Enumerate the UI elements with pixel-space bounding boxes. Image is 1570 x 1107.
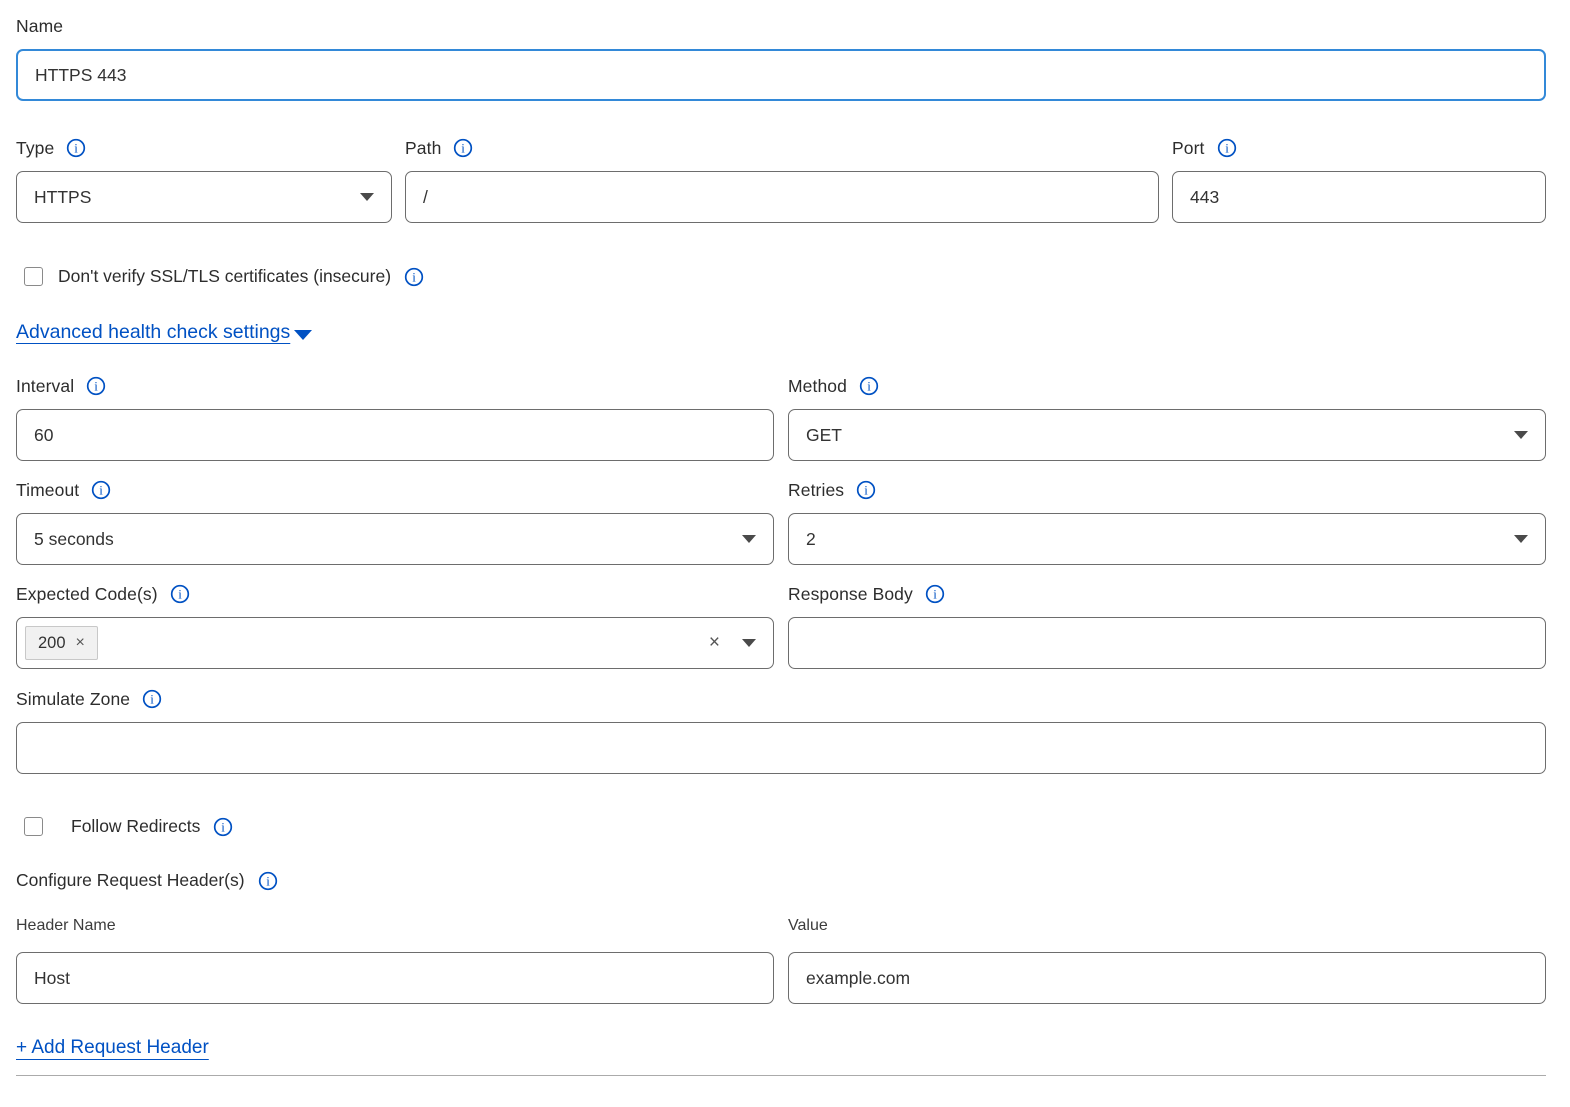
info-icon[interactable]: i — [404, 267, 424, 287]
info-icon[interactable]: i — [86, 376, 106, 396]
port-label: Port — [1172, 138, 1205, 159]
type-label: Type — [16, 138, 54, 159]
response-body-field: Response Body i — [788, 582, 1546, 669]
timeout-field: Timeout i 5 seconds — [16, 478, 774, 565]
svg-text:i: i — [99, 483, 103, 498]
header-name-input[interactable] — [16, 952, 774, 1004]
section-divider — [16, 1075, 1546, 1076]
interval-field: Interval i — [16, 374, 774, 461]
path-label: Path — [405, 138, 441, 159]
interval-label: Interval — [16, 376, 74, 397]
name-label: Name — [16, 16, 63, 37]
code-tag-value: 200 — [38, 634, 66, 653]
ssl-verify-row: Don't verify SSL/TLS certificates (insec… — [16, 266, 1546, 287]
simulate-zone-label: Simulate Zone — [16, 689, 130, 710]
svg-text:i: i — [222, 819, 226, 834]
svg-text:i: i — [412, 269, 416, 284]
header-name-field: Header Name — [16, 891, 774, 1004]
svg-text:i: i — [75, 141, 79, 156]
remove-tag-icon[interactable]: × — [76, 634, 85, 652]
name-field: Name — [16, 14, 1546, 101]
expected-codes-label: Expected Code(s) — [16, 584, 158, 605]
header-value-column-label: Value — [788, 917, 1546, 935]
timeout-select[interactable]: 5 seconds — [16, 513, 774, 565]
ssl-verify-checkbox[interactable] — [24, 267, 43, 286]
info-icon[interactable]: i — [856, 480, 876, 500]
method-label: Method — [788, 376, 847, 397]
svg-text:i: i — [864, 483, 868, 498]
interval-input[interactable] — [16, 409, 774, 461]
follow-redirects-row: Follow Redirects i — [16, 816, 1546, 837]
follow-redirects-checkbox[interactable] — [24, 817, 43, 836]
health-check-form: Name Type i HTTPS Path i — [0, 0, 1570, 1076]
chevron-down-icon — [1514, 535, 1528, 543]
type-field: Type i HTTPS — [16, 136, 392, 223]
request-headers-label: Configure Request Header(s) — [16, 870, 245, 891]
timeout-label: Timeout — [16, 480, 79, 501]
port-input[interactable] — [1172, 171, 1546, 223]
svg-text:i: i — [1225, 141, 1229, 156]
retries-field: Retries i 2 — [788, 478, 1546, 565]
follow-redirects-label: Follow Redirects — [71, 816, 200, 837]
path-field: Path i — [405, 136, 1159, 223]
request-header-row: Header Name Value — [16, 891, 1546, 1004]
retries-label: Retries — [788, 480, 844, 501]
port-field: Port i — [1172, 136, 1546, 223]
retries-select-value: 2 — [806, 529, 1514, 550]
add-request-header-link[interactable]: + Add Request Header — [16, 1037, 209, 1058]
chevron-down-icon — [360, 193, 374, 201]
svg-text:i: i — [178, 587, 182, 602]
info-icon[interactable]: i — [258, 871, 278, 891]
svg-text:i: i — [867, 379, 871, 394]
svg-text:i: i — [94, 379, 98, 394]
info-icon[interactable]: i — [1217, 138, 1237, 158]
ssl-verify-label: Don't verify SSL/TLS certificates (insec… — [58, 266, 391, 287]
simulate-zone-field: Simulate Zone i — [16, 687, 1546, 774]
clear-all-icon[interactable]: × — [709, 632, 720, 654]
expected-codes-multiselect[interactable]: 200 × × — [16, 617, 774, 669]
info-icon[interactable]: i — [859, 376, 879, 396]
info-icon[interactable]: i — [925, 584, 945, 604]
request-headers-heading: Configure Request Header(s) i — [16, 870, 1546, 891]
add-header-row: + Add Request Header — [16, 1037, 1546, 1059]
retries-select[interactable]: 2 — [788, 513, 1546, 565]
type-select-value: HTTPS — [34, 187, 360, 208]
chevron-down-icon — [1514, 431, 1528, 439]
advanced-settings-link[interactable]: Advanced health check settings — [16, 321, 290, 344]
method-select[interactable]: GET — [788, 409, 1546, 461]
chevron-down-icon[interactable] — [742, 639, 756, 647]
header-value-field: Value — [788, 891, 1546, 1004]
timeout-select-value: 5 seconds — [34, 529, 742, 550]
simulate-zone-input[interactable] — [16, 722, 1546, 774]
triangle-down-icon[interactable] — [294, 330, 312, 340]
advanced-settings-row: Advanced health check settings — [16, 321, 1546, 344]
info-icon[interactable]: i — [66, 138, 86, 158]
header-name-column-label: Header Name — [16, 917, 774, 935]
svg-text:i: i — [266, 873, 270, 888]
chevron-down-icon — [742, 535, 756, 543]
svg-text:i: i — [933, 587, 937, 602]
info-icon[interactable]: i — [91, 480, 111, 500]
code-tag: 200 × — [25, 626, 98, 660]
type-select[interactable]: HTTPS — [16, 171, 392, 223]
method-select-value: GET — [806, 425, 1514, 446]
path-input[interactable] — [405, 171, 1159, 223]
header-value-input[interactable] — [788, 952, 1546, 1004]
svg-text:i: i — [462, 141, 466, 156]
info-icon[interactable]: i — [213, 817, 233, 837]
info-icon[interactable]: i — [142, 689, 162, 709]
method-field: Method i GET — [788, 374, 1546, 461]
info-icon[interactable]: i — [453, 138, 473, 158]
response-body-label: Response Body — [788, 584, 913, 605]
svg-text:i: i — [150, 692, 154, 707]
response-body-input[interactable] — [788, 617, 1546, 669]
name-input[interactable] — [16, 49, 1546, 101]
info-icon[interactable]: i — [170, 584, 190, 604]
expected-codes-field: Expected Code(s) i 200 × × — [16, 582, 774, 669]
